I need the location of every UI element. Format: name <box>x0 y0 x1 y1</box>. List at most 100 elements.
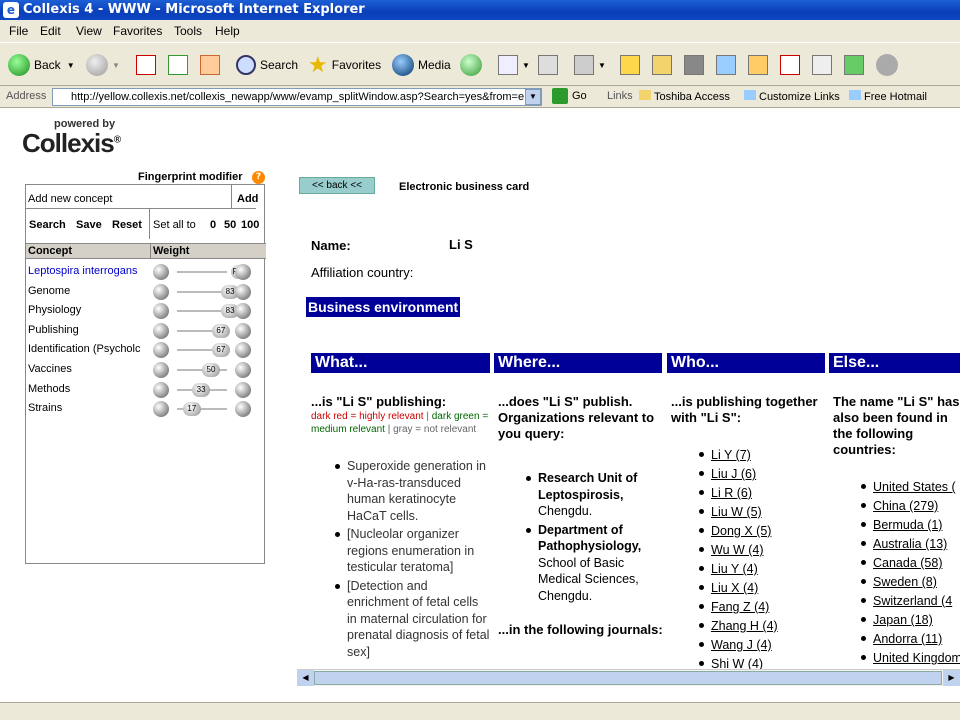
add-new-concept-field[interactable]: Add new concept <box>28 193 112 205</box>
link-customize[interactable]: Customize Links <box>744 90 840 103</box>
menu-favorites[interactable]: Favorites <box>113 24 162 38</box>
slider-thumb[interactable]: 67 <box>211 343 230 358</box>
country-link[interactable]: United States ( <box>873 480 956 494</box>
country-link[interactable]: Switzerland (4 <box>873 594 952 608</box>
menu-tools[interactable]: Tools <box>174 24 202 38</box>
reset-link[interactable]: Reset <box>112 219 142 231</box>
slider-thumb[interactable]: 17 <box>182 402 201 417</box>
list-item[interactable]: Superoxide generation in v-Ha-ras-transd… <box>333 458 491 524</box>
decrease-knob-icon[interactable] <box>153 342 169 359</box>
monitor-button[interactable] <box>716 53 740 77</box>
decrease-knob-icon[interactable] <box>153 362 169 378</box>
address-input[interactable]: http://yellow.collexis.net/collexis_newa… <box>52 88 542 106</box>
coauthor-link[interactable]: Li R (6) <box>711 486 752 500</box>
weight-slider[interactable]: 83 <box>153 283 253 300</box>
coauthor-link[interactable]: Wang J (4) <box>711 638 772 652</box>
coauthor-link[interactable]: Fang Z (4) <box>711 600 769 614</box>
coauthor-link[interactable]: Li Y (7) <box>711 448 751 462</box>
country-link[interactable]: Japan (18) <box>873 613 933 627</box>
increase-knob-icon[interactable] <box>235 362 251 378</box>
country-link[interactable]: China (279) <box>873 499 938 513</box>
acrobat-button[interactable] <box>780 53 804 77</box>
pda-button[interactable] <box>812 53 836 77</box>
coauthor-link[interactable]: Zhang H (4) <box>711 619 778 633</box>
coauthor-link[interactable]: Liu X (4) <box>711 581 758 595</box>
refresh-button[interactable] <box>168 53 192 77</box>
print-button[interactable] <box>538 53 562 77</box>
coauthor-link[interactable]: Liu Y (4) <box>711 562 758 576</box>
note-button[interactable] <box>620 53 644 77</box>
scroll-right-icon[interactable]: ▶ <box>943 670 960 686</box>
increase-knob-icon[interactable] <box>235 283 251 300</box>
country-link[interactable]: Australia (13) <box>873 537 947 551</box>
weight-slider[interactable]: 33 <box>153 381 253 398</box>
increase-knob-icon[interactable] <box>235 401 251 418</box>
slider-thumb[interactable]: 33 <box>192 382 211 397</box>
weight-slider[interactable]: Req <box>153 264 253 280</box>
weight-slider[interactable]: 50 <box>153 362 253 378</box>
list-item[interactable]: [Nucleolar organizer regions enumeration… <box>333 526 491 576</box>
home-button[interactable] <box>200 53 224 77</box>
slider-thumb[interactable]: 67 <box>211 323 230 338</box>
mail-button[interactable]: ▼ <box>498 53 530 77</box>
back-button[interactable]: Back ▼ <box>8 53 75 77</box>
country-link[interactable]: Canada (58) <box>873 556 943 570</box>
coauthor-link[interactable]: Liu J (6) <box>711 467 756 481</box>
decrease-knob-icon[interactable] <box>153 264 169 280</box>
link-hotmail[interactable]: Free Hotmail <box>849 90 927 103</box>
decrease-knob-icon[interactable] <box>153 303 169 320</box>
set-all-100[interactable]: 100 <box>241 219 259 231</box>
device-button[interactable] <box>684 53 708 77</box>
concept-name[interactable]: Leptospira interrogans <box>28 265 148 277</box>
set-all-50[interactable]: 50 <box>224 219 236 231</box>
country-link[interactable]: Bermuda (1) <box>873 518 942 532</box>
link-toshiba[interactable]: Toshiba Access <box>639 90 730 103</box>
search-link[interactable]: Search <box>29 219 66 231</box>
stop-button[interactable] <box>136 53 160 77</box>
favorites-button[interactable]: ★ Favorites <box>308 52 381 77</box>
menu-view[interactable]: View <box>76 24 102 38</box>
folder-button[interactable] <box>652 53 676 77</box>
set-all-0[interactable]: 0 <box>210 219 216 231</box>
key-button[interactable] <box>748 53 772 77</box>
menu-edit[interactable]: Edit <box>40 24 61 38</box>
decrease-knob-icon[interactable] <box>153 381 169 398</box>
help-icon[interactable]: ? <box>252 171 265 184</box>
increase-knob-icon[interactable] <box>235 381 251 398</box>
weight-slider[interactable]: 67 <box>153 322 253 339</box>
horizontal-scrollbar[interactable]: ◀ ▶ <box>297 669 960 686</box>
slider-thumb[interactable]: 50 <box>202 363 220 377</box>
coauthor-link[interactable]: Wu W (4) <box>711 543 764 557</box>
add-button[interactable]: Add <box>237 193 258 205</box>
coauthor-link[interactable]: Dong X (5) <box>711 524 771 538</box>
go-button[interactable]: Go <box>552 88 587 104</box>
decrease-knob-icon[interactable] <box>153 401 169 418</box>
weight-slider[interactable]: 17 <box>153 401 253 418</box>
forward-button[interactable]: ▼ <box>86 53 120 77</box>
decrease-knob-icon[interactable] <box>153 283 169 300</box>
country-link[interactable]: Sweden (8) <box>873 575 937 589</box>
menu-file[interactable]: File <box>9 24 28 38</box>
increase-knob-icon[interactable] <box>235 264 251 280</box>
history-button[interactable] <box>460 53 486 77</box>
coauthor-link[interactable]: Liu W (5) <box>711 505 762 519</box>
media-button[interactable]: Media <box>392 53 451 77</box>
messenger-button[interactable] <box>844 53 868 77</box>
edit-button[interactable]: ▼ <box>574 53 606 77</box>
list-item[interactable]: [Detection and enrichment of fetal cells… <box>333 578 491 661</box>
menu-help[interactable]: Help <box>215 24 240 38</box>
country-link[interactable]: Andorra (11) <box>873 632 942 646</box>
scroll-thumb[interactable] <box>314 671 942 685</box>
weight-slider[interactable]: 83 <box>153 303 253 320</box>
decrease-knob-icon[interactable] <box>153 322 169 339</box>
increase-knob-icon[interactable] <box>235 342 251 359</box>
discuss-button[interactable] <box>876 53 902 77</box>
search-button[interactable]: Search <box>236 53 298 77</box>
scroll-left-icon[interactable]: ◀ <box>297 670 314 686</box>
increase-knob-icon[interactable] <box>235 322 251 339</box>
save-link[interactable]: Save <box>76 219 102 231</box>
back-link-button[interactable]: << back << <box>299 177 375 194</box>
increase-knob-icon[interactable] <box>235 303 251 320</box>
address-dropdown-icon[interactable]: ▼ <box>525 89 541 105</box>
weight-slider[interactable]: 67 <box>153 342 253 359</box>
